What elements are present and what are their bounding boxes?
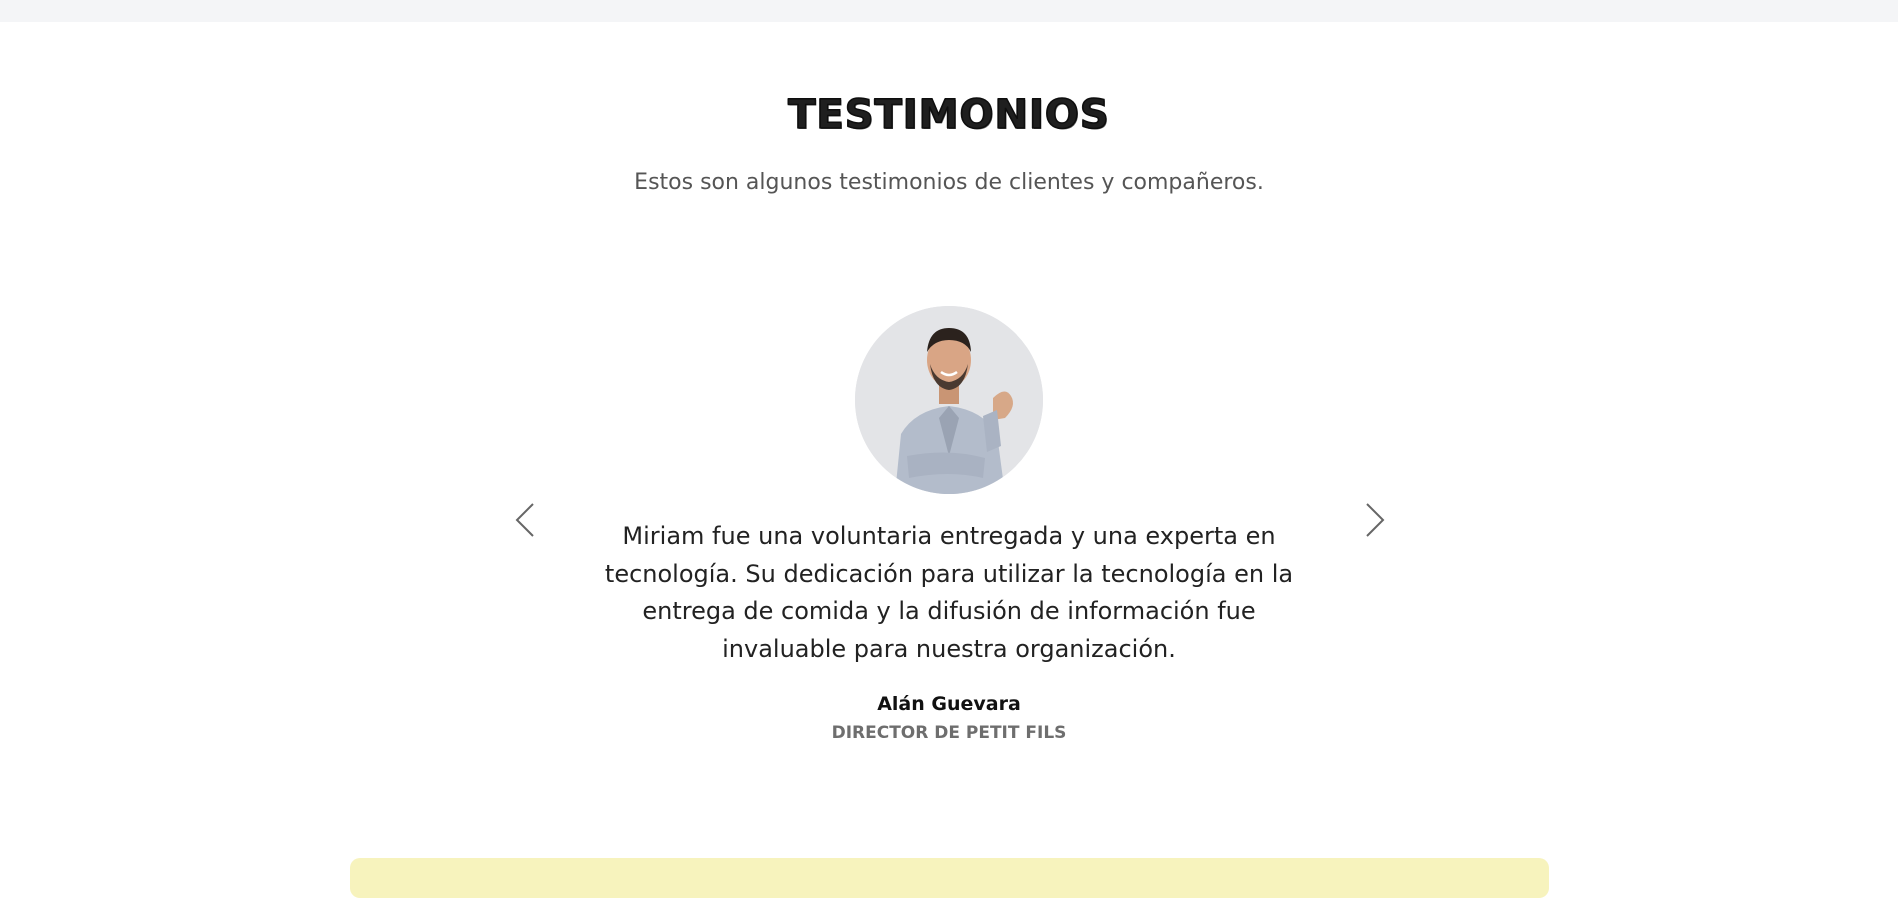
chevron-right-icon bbox=[1366, 503, 1385, 537]
avatar bbox=[855, 306, 1043, 494]
carousel-next-button[interactable] bbox=[1363, 500, 1387, 540]
testimonial-quote: Miriam fue una voluntaria entregada y un… bbox=[604, 522, 1294, 663]
section-subtitle: Estos son algunos testimonios de cliente… bbox=[634, 170, 1264, 195]
next-section-card bbox=[350, 858, 1549, 898]
avatar-photo bbox=[855, 306, 1043, 494]
chevron-left-icon bbox=[515, 503, 534, 537]
testimonial-author-name: Alán Guevara bbox=[877, 693, 1021, 715]
top-strip bbox=[0, 0, 1898, 22]
carousel-prev-button[interactable] bbox=[513, 500, 537, 540]
section-title: TESTIMONIOS bbox=[787, 91, 1110, 139]
testimonial-author-role: DIRECTOR DE PETIT FILS bbox=[831, 723, 1067, 743]
